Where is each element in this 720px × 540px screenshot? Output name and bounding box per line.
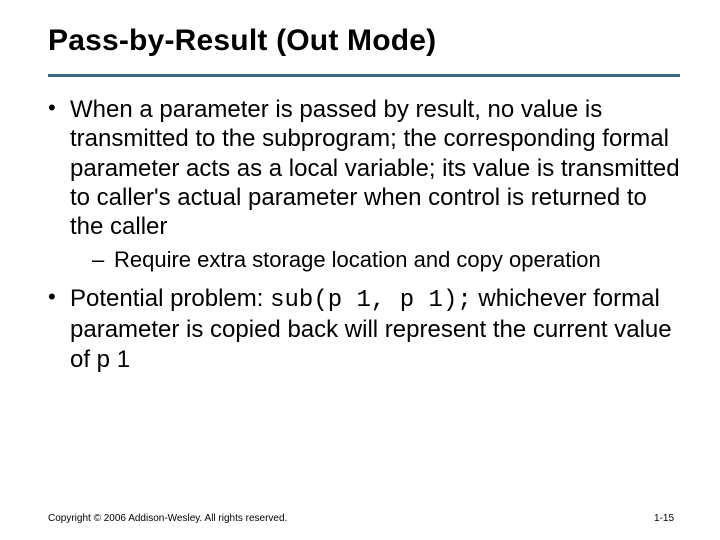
bullet-text-prefix: Potential problem: [70,285,270,312]
title-underline [48,74,680,77]
copyright-text: Copyright © 2006 Addison-Wesley. All rig… [48,513,287,524]
slide-title: Pass-by-Result (Out Mode) [48,24,680,58]
bullet-list: When a parameter is passed by result, no… [48,95,680,374]
bullet-text: When a parameter is passed by result, no… [70,96,680,240]
bullet-item: When a parameter is passed by result, no… [48,95,680,274]
page-number: 1-15 [654,513,674,524]
bullet-item: Potential problem: sub(p 1, p 1); whiche… [48,284,680,374]
sub-bullet-list: Require extra storage location and copy … [70,247,680,274]
sub-bullet-text: Require extra storage location and copy … [114,247,601,272]
slide-footer: Copyright © 2006 Addison-Wesley. All rig… [48,513,674,524]
bullet-code: sub(p 1, p 1); [270,287,472,314]
sub-bullet-item: Require extra storage location and copy … [92,247,680,274]
slide: Pass-by-Result (Out Mode) When a paramet… [0,0,720,374]
